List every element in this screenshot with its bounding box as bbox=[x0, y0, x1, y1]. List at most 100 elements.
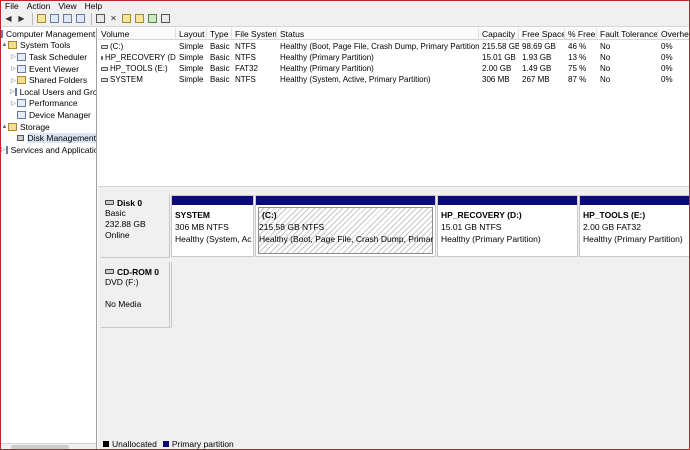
help-icon[interactable] bbox=[62, 13, 73, 24]
collapse-icon[interactable]: ▲ bbox=[1, 42, 8, 48]
column-free-space[interactable]: Free Space bbox=[519, 28, 565, 40]
column-type[interactable]: Type bbox=[207, 28, 232, 40]
cell-layout: Simple bbox=[179, 53, 204, 62]
column-status[interactable]: Status bbox=[277, 28, 479, 40]
menu-file[interactable]: File bbox=[1, 1, 23, 11]
legend-swatch-unallocated bbox=[103, 440, 109, 447]
legend-label-primary: Primary partition bbox=[171, 438, 234, 449]
disk-0-header[interactable]: Disk 0 Basic 232.88 GB Online bbox=[101, 194, 170, 258]
collapse-icon[interactable]: ▲ bbox=[1, 124, 8, 130]
menu-view[interactable]: View bbox=[54, 1, 80, 11]
partition-status: Healthy (Boot, Page File, Crash Dump, Pr… bbox=[259, 234, 433, 244]
tree-item-device-manager[interactable]: Device Manager bbox=[1, 109, 96, 121]
cdrom-0-header[interactable]: CD-ROM 0 DVD (F:) No Media bbox=[101, 262, 170, 328]
table-row[interactable]: HP_RECOVERY (D:) Simple Basic NTFS Healt… bbox=[98, 52, 689, 63]
cell-layout: Simple bbox=[179, 75, 204, 84]
cell-status: Healthy (Boot, Page File, Crash Dump, Pr… bbox=[280, 42, 479, 51]
column-file-system[interactable]: File System bbox=[232, 28, 277, 40]
expand-icon[interactable]: ▷ bbox=[10, 65, 17, 72]
partition-hp-tools[interactable]: HP_TOOLS (E:) 2.00 GB FAT32 Healthy (Pri… bbox=[579, 195, 689, 257]
volume-icon bbox=[101, 77, 108, 82]
cdrom-icon bbox=[105, 269, 114, 274]
tree-item-storage[interactable]: ▲ Storage bbox=[1, 121, 96, 133]
primary-partition-bar bbox=[580, 196, 689, 205]
cell-percent-free: 75 % bbox=[568, 64, 587, 73]
open-icon[interactable] bbox=[121, 13, 132, 24]
legend-label-unallocated: Unallocated bbox=[112, 438, 157, 449]
cdrom-media-area[interactable] bbox=[171, 262, 689, 328]
column-capacity[interactable]: Capacity bbox=[479, 28, 519, 40]
disk-icon bbox=[17, 135, 25, 142]
tree-item-task-scheduler[interactable]: ▷ Task Scheduler bbox=[1, 51, 96, 63]
tree-horizontal-scrollbar[interactable] bbox=[1, 443, 96, 449]
tree-item-services-applications[interactable]: ▷ Services and Applications bbox=[1, 144, 96, 156]
hard-disk-icon bbox=[105, 200, 114, 205]
toolbar-separator bbox=[32, 12, 33, 25]
doc-icon[interactable] bbox=[95, 13, 106, 24]
volume-list: Volume Layout Type File System Status Ca… bbox=[98, 28, 689, 186]
partition-size: 306 MB NTFS bbox=[175, 222, 229, 232]
primary-partition-bar bbox=[438, 196, 577, 205]
tree-item-system-tools[interactable]: ▲ System Tools bbox=[1, 40, 96, 52]
cell-capacity: 15.01 GB bbox=[482, 53, 516, 62]
tree-item-computer-management[interactable]: Computer Management (Local bbox=[1, 28, 96, 40]
table-row[interactable]: SYSTEM Simple Basic NTFS Healthy (System… bbox=[98, 74, 689, 85]
volume-icon bbox=[101, 66, 108, 71]
tree-item-local-users[interactable]: ▷ Local Users and Groups bbox=[1, 86, 96, 98]
cell-file-system: NTFS bbox=[235, 53, 256, 62]
up-icon[interactable] bbox=[36, 13, 47, 24]
cell-percent-free: 46 % bbox=[568, 42, 587, 51]
disk-type: Basic bbox=[105, 208, 126, 218]
rescan-icon[interactable] bbox=[147, 13, 158, 24]
disk-size: 232.88 GB bbox=[105, 219, 146, 229]
cell-overhead: 0% bbox=[661, 42, 673, 51]
cell-free-space: 98.69 GB bbox=[522, 42, 556, 51]
tree-item-shared-folders[interactable]: ▷ Shared Folders bbox=[1, 74, 96, 86]
cdrom-status: No Media bbox=[105, 299, 142, 309]
scrollbar-thumb[interactable] bbox=[11, 445, 69, 449]
column-volume[interactable]: Volume bbox=[98, 28, 176, 40]
cell-type: Basic bbox=[210, 75, 230, 84]
back-icon[interactable]: ◀ bbox=[3, 13, 14, 24]
cell-volume: (C:) bbox=[110, 42, 124, 51]
column-layout[interactable]: Layout bbox=[176, 28, 207, 40]
cell-layout: Simple bbox=[179, 64, 204, 73]
scheduler-icon bbox=[17, 52, 26, 61]
cell-free-space: 267 MB bbox=[522, 75, 550, 84]
cell-file-system: NTFS bbox=[235, 75, 256, 84]
column-overhead[interactable]: Overhead bbox=[658, 28, 689, 40]
menu-bar: File Action View Help bbox=[1, 1, 689, 11]
cell-status: Healthy (System, Active, Primary Partiti… bbox=[280, 75, 431, 84]
menu-help[interactable]: Help bbox=[81, 1, 106, 11]
refresh-icon[interactable] bbox=[160, 13, 171, 24]
properties-icon[interactable] bbox=[75, 13, 86, 24]
cell-status: Healthy (Primary Partition) bbox=[280, 53, 374, 62]
delete-icon[interactable]: ✕ bbox=[108, 13, 119, 24]
primary-partition-bar bbox=[256, 196, 435, 205]
tree-item-event-viewer[interactable]: ▷ Event Viewer bbox=[1, 63, 96, 75]
folder-icon[interactable] bbox=[134, 13, 145, 24]
column-fault-tolerance[interactable]: Fault Tolerance bbox=[597, 28, 658, 40]
column-percent-free[interactable]: % Free bbox=[565, 28, 597, 40]
disk-name: Disk 0 bbox=[117, 197, 143, 208]
cell-type: Basic bbox=[210, 64, 230, 73]
expand-icon[interactable]: ▷ bbox=[10, 100, 17, 107]
partition-system[interactable]: SYSTEM 306 MB NTFS Healthy (System, Acti… bbox=[171, 195, 254, 257]
expand-icon[interactable]: ▷ bbox=[10, 53, 17, 60]
tree-item-performance[interactable]: ▷ Performance bbox=[1, 98, 96, 110]
cell-volume: SYSTEM bbox=[110, 75, 143, 84]
partition-c[interactable]: (C:) 215.58 GB NTFS Healthy (Boot, Page … bbox=[255, 195, 436, 257]
expand-icon[interactable]: ▷ bbox=[10, 77, 17, 84]
cell-file-system: FAT32 bbox=[235, 64, 258, 73]
menu-action[interactable]: Action bbox=[23, 1, 55, 11]
cell-fault-tolerance: No bbox=[600, 64, 611, 73]
toolbar-separator bbox=[91, 12, 92, 25]
show-hide-tree-icon[interactable] bbox=[49, 13, 60, 24]
forward-icon[interactable]: ▶ bbox=[16, 13, 27, 24]
tree-item-disk-management[interactable]: Disk Management bbox=[1, 132, 96, 144]
table-row[interactable]: HP_TOOLS (E:) Simple Basic FAT32 Healthy… bbox=[98, 63, 689, 74]
partition-hp-recovery[interactable]: HP_RECOVERY (D:) 15.01 GB NTFS Healthy (… bbox=[437, 195, 578, 257]
table-row[interactable]: (C:) Simple Basic NTFS Healthy (Boot, Pa… bbox=[98, 41, 689, 52]
cell-volume: HP_TOOLS (E:) bbox=[110, 64, 168, 73]
users-icon bbox=[14, 87, 17, 96]
